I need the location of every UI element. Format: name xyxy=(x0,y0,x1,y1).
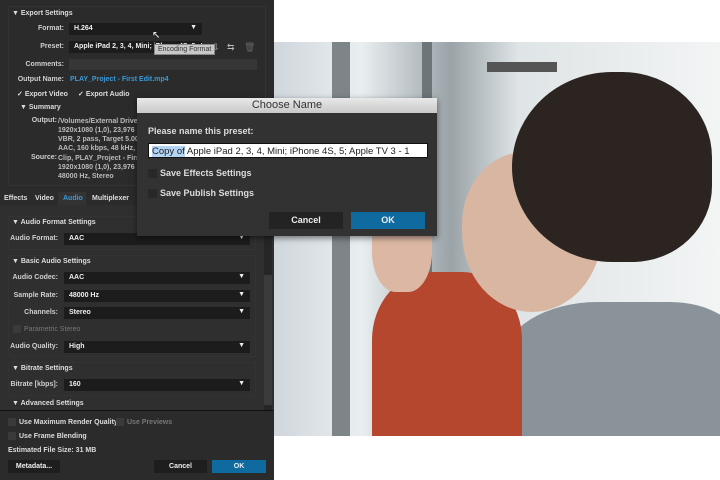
comments-label: Comments: xyxy=(25,61,64,68)
export-settings-heading[interactable]: ▼ Export Settings xyxy=(12,10,73,17)
chevron-down-icon: ▼ xyxy=(238,380,245,387)
audio-quality-label: Audio Quality: xyxy=(10,343,58,350)
dialog-prompt: Please name this preset: xyxy=(148,126,254,136)
frame-blending-checkbox[interactable]: Use Frame Blending xyxy=(8,432,87,440)
channels-select[interactable]: Stereo ▼ xyxy=(64,307,250,319)
summary-output: /Volumes/External Drive/1920x1080 (1,0),… xyxy=(58,118,142,152)
chevron-down-icon: ▼ xyxy=(238,273,245,280)
chevron-down-icon: ▼ xyxy=(238,291,245,298)
chevron-down-icon: ▼ xyxy=(190,24,197,31)
dialog-cancel-button[interactable]: Cancel xyxy=(269,212,343,229)
tab-audio[interactable]: Audio xyxy=(63,195,83,202)
tooltip: Encoding Format xyxy=(154,44,216,55)
sample-rate-select[interactable]: 48000 Hz ▼ xyxy=(64,290,250,302)
use-previews-checkbox[interactable]: Use Previews xyxy=(116,418,172,426)
save-preset-icon[interactable]: ⇩ xyxy=(212,42,220,53)
dialog-ok-button[interactable]: OK xyxy=(351,212,425,229)
window-handle xyxy=(487,62,557,72)
comments-input[interactable] xyxy=(69,59,257,70)
sample-rate-label: Sample Rate: xyxy=(13,292,58,299)
output-name-link[interactable]: PLAY_Project - First Edit.mp4 xyxy=(70,76,169,83)
ok-button[interactable]: OK xyxy=(212,460,266,473)
output-name-label: Output Name: xyxy=(17,76,64,83)
tab-effects[interactable]: Effects xyxy=(4,195,27,202)
advanced-heading[interactable]: ▼ Advanced Settings xyxy=(12,399,84,408)
chevron-down-icon: ▼ xyxy=(238,308,245,315)
format-label: Format: xyxy=(37,25,64,32)
export-video-checkbox[interactable]: ✓ Export Video xyxy=(17,90,68,98)
max-render-quality-checkbox[interactable]: Use Maximum Render Quality xyxy=(8,418,118,426)
basic-audio-heading[interactable]: ▼ Basic Audio Settings xyxy=(12,258,91,265)
audio-quality-select[interactable]: High ▼ xyxy=(64,341,250,353)
summary-source-label: Source: xyxy=(30,154,57,161)
estimated-file-size: Estimated File Size: 31 MB xyxy=(8,447,97,454)
summary-output-label: Output: xyxy=(31,117,57,124)
save-publish-checkbox[interactable]: Save Publish Settings xyxy=(148,188,254,199)
summary-heading[interactable]: ▼ Summary xyxy=(20,104,61,111)
choose-name-dialog: Choose Name Please name this preset: Cop… xyxy=(137,98,437,236)
summary-source: Clip, PLAY_Project - First 1920x1080 (1,0… xyxy=(58,155,143,180)
bitrate-label: Bitrate [kbps]: xyxy=(10,381,58,388)
chevron-down-icon: ▼ xyxy=(238,342,245,349)
audio-codec-select[interactable]: AAC ▼ xyxy=(64,272,250,284)
hoodie xyxy=(502,302,720,436)
format-select[interactable]: H.264 ▼ xyxy=(69,23,202,35)
parametric-stereo-checkbox[interactable]: Parametric Stereo xyxy=(13,325,80,333)
delete-preset-icon[interactable]: 🗑 xyxy=(244,42,255,53)
export-settings-panel: ▼ Export Settings Format: H.264 ▼ Preset:… xyxy=(0,0,274,480)
preset-name-input[interactable]: Copy of Apple iPad 2, 3, 4, Mini; iPhone… xyxy=(148,143,428,158)
tab-multiplexer[interactable]: Multiplexer xyxy=(92,195,129,202)
metadata-button[interactable]: Metadata... xyxy=(8,460,60,473)
save-effects-checkbox[interactable]: Save Effects Settings xyxy=(148,168,252,179)
audio-format-heading[interactable]: ▼ Audio Format Settings xyxy=(12,219,96,226)
bitrate-select[interactable]: 160 ▼ xyxy=(64,379,250,391)
audio-codec-label: Audio Codec: xyxy=(12,274,59,281)
import-preset-icon[interactable]: ⇆ xyxy=(227,42,235,53)
channels-label: Channels: xyxy=(24,309,58,316)
export-audio-checkbox[interactable]: ✓ Export Audio xyxy=(78,90,130,98)
tab-video[interactable]: Video xyxy=(35,195,54,202)
hair xyxy=(512,72,712,262)
dialog-title: Choose Name xyxy=(137,98,437,113)
bitrate-heading[interactable]: ▼ Bitrate Settings xyxy=(12,365,73,372)
cancel-button[interactable]: Cancel xyxy=(154,460,207,473)
audio-format-label: Audio Format: xyxy=(10,235,58,242)
mouse-cursor-icon: ↖ xyxy=(152,30,161,41)
preset-label: Preset: xyxy=(40,43,64,50)
